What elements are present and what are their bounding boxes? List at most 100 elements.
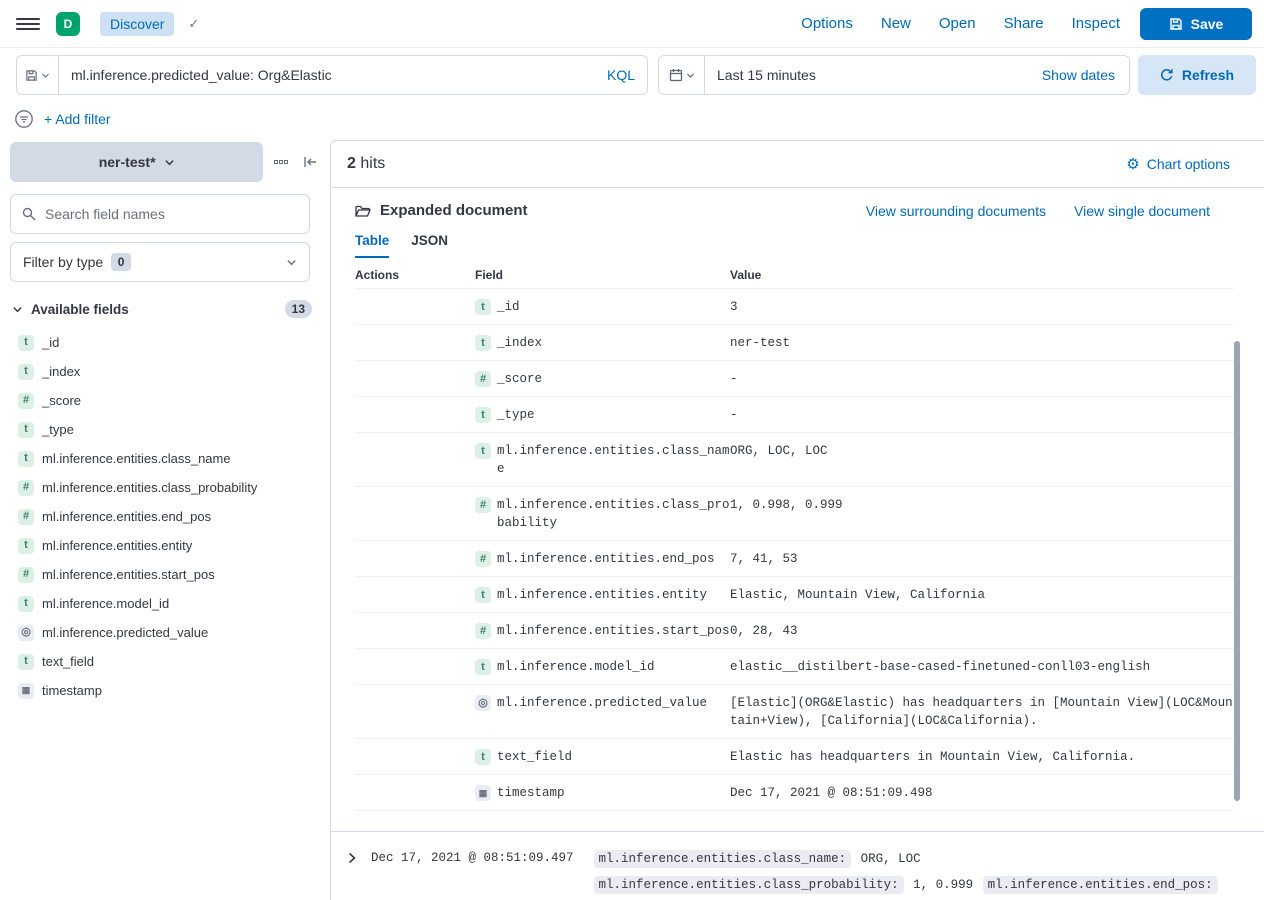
field-value: - bbox=[730, 397, 1234, 432]
folder-open-icon bbox=[355, 204, 371, 218]
row-field: t_type bbox=[475, 397, 730, 432]
boxes-horizontal-icon[interactable] bbox=[269, 150, 292, 174]
row-actions[interactable] bbox=[355, 613, 475, 648]
date-field-icon: ▦ bbox=[475, 785, 491, 801]
doc-table-header: Actions Field Value bbox=[355, 258, 1234, 288]
field-list-item[interactable]: ttext_field bbox=[10, 647, 322, 676]
document-list-row: Dec 17, 2021 @ 08:51:09.497 ml.inference… bbox=[331, 831, 1264, 900]
space-avatar[interactable]: D bbox=[56, 12, 80, 36]
field-name: ml.inference.entities.start_pos bbox=[497, 622, 730, 640]
doc-table-row: tml.inference.model_idelastic__distilber… bbox=[355, 649, 1234, 685]
row-actions[interactable] bbox=[355, 289, 475, 324]
field-search bbox=[10, 194, 322, 234]
index-pattern-selector[interactable]: ner-test* bbox=[10, 142, 263, 182]
save-icon bbox=[1169, 17, 1183, 31]
field-name: ml.inference.entities.entity bbox=[497, 586, 707, 604]
row-actions[interactable] bbox=[355, 325, 475, 360]
field-value: - bbox=[730, 361, 1234, 396]
field-value: 1, 0.998, 0.999 bbox=[730, 487, 1234, 540]
row-field: #ml.inference.entities.class_probability bbox=[475, 487, 730, 540]
field-name: _index bbox=[42, 364, 80, 379]
doc-table-row: #ml.inference.entities.class_probability… bbox=[355, 487, 1234, 541]
field-list-item[interactable]: #ml.inference.entities.start_pos bbox=[10, 560, 322, 589]
check-icon: ✓ bbox=[188, 16, 199, 32]
string-field-icon: t bbox=[475, 587, 491, 603]
gear-icon: ⚙ bbox=[1126, 157, 1139, 172]
chevron-down-icon bbox=[12, 304, 23, 315]
collapse-sidebar-icon[interactable] bbox=[299, 150, 322, 174]
doc-source: ml.inference.entities.class_name: ORG, L… bbox=[592, 846, 1234, 900]
field-name: ml.inference.entities.class_name bbox=[42, 451, 231, 466]
available-fields-toggle[interactable]: Available fields 13 bbox=[10, 300, 322, 318]
field-list-item[interactable]: ◎ml.inference.predicted_value bbox=[10, 618, 322, 647]
field-list-item[interactable]: t _index bbox=[10, 357, 322, 386]
doc-timestamp: Dec 17, 2021 @ 08:51:09.497 bbox=[371, 846, 574, 870]
field-value: ORG, LOC, LOC bbox=[730, 433, 1234, 486]
field-list-item[interactable]: tml.inference.model_id bbox=[10, 589, 322, 618]
tab-table[interactable]: Table bbox=[355, 233, 389, 258]
nav-link-inspect[interactable]: Inspect bbox=[1072, 15, 1120, 32]
nav-link-new[interactable]: New bbox=[881, 15, 911, 32]
doc-table-row: t_type - bbox=[355, 397, 1234, 433]
tab-json[interactable]: JSON bbox=[411, 233, 448, 258]
field-list-item[interactable]: t_id bbox=[10, 328, 322, 357]
refresh-button[interactable]: Refresh bbox=[1138, 55, 1256, 95]
string-field-icon: t bbox=[475, 749, 491, 765]
row-actions[interactable] bbox=[355, 577, 475, 612]
main-panel: 2 hits ⚙ Chart options Expanded document… bbox=[330, 140, 1264, 900]
time-range-label[interactable]: Last 15 minutes bbox=[705, 67, 1042, 83]
row-actions[interactable] bbox=[355, 739, 475, 774]
field-list-item[interactable]: t_type bbox=[10, 415, 322, 444]
row-actions[interactable] bbox=[355, 433, 475, 486]
search-field-names-input[interactable] bbox=[10, 194, 310, 234]
nav-link-options[interactable]: Options bbox=[801, 15, 853, 32]
field-list-item[interactable]: #_score bbox=[10, 386, 322, 415]
row-actions[interactable] bbox=[355, 361, 475, 396]
show-dates-button[interactable]: Show dates bbox=[1042, 67, 1115, 83]
chart-options-button[interactable]: ⚙ Chart options bbox=[1126, 156, 1230, 172]
field-name: ml.inference.entities.class_probability bbox=[497, 496, 730, 532]
view-surrounding-documents-link[interactable]: View surrounding documents bbox=[866, 203, 1046, 219]
field-list-item[interactable]: ▦timestamp bbox=[10, 676, 322, 705]
date-quick-menu-button[interactable] bbox=[659, 56, 705, 94]
field-value: Dec 17, 2021 @ 08:51:09.498 bbox=[730, 775, 1234, 810]
col-value: Value bbox=[730, 268, 1234, 282]
view-single-document-link[interactable]: View single document bbox=[1074, 203, 1210, 219]
doc-table-row: ▦timestampDec 17, 2021 @ 08:51:09.498 bbox=[355, 775, 1234, 811]
row-actions[interactable] bbox=[355, 541, 475, 576]
row-field: t_index bbox=[475, 325, 730, 360]
saved-query-menu-button[interactable] bbox=[17, 56, 59, 94]
field-list-item[interactable]: #ml.inference.entities.end_pos bbox=[10, 502, 322, 531]
row-actions[interactable] bbox=[355, 649, 475, 684]
field-list-item[interactable]: #ml.inference.entities.class_probability bbox=[10, 473, 322, 502]
field-list-item[interactable]: tml.inference.entities.class_name bbox=[10, 444, 322, 473]
doc-table-row: tml.inference.entities.class_nameORG, LO… bbox=[355, 433, 1234, 487]
field-name: _score bbox=[497, 370, 542, 388]
query-bar: ml.inference.predicted_value: Org&Elasti… bbox=[16, 55, 648, 95]
field-value: Elastic, Mountain View, California bbox=[730, 577, 1234, 612]
row-field: tml.inference.entities.class_name bbox=[475, 433, 730, 486]
nav-link-open[interactable]: Open bbox=[939, 15, 976, 32]
string-field-icon: t bbox=[18, 364, 34, 380]
vertical-scrollbar[interactable] bbox=[1234, 341, 1240, 801]
menu-icon[interactable] bbox=[16, 12, 40, 36]
row-actions[interactable] bbox=[355, 685, 475, 738]
row-actions[interactable] bbox=[355, 487, 475, 540]
breadcrumb[interactable]: Discover bbox=[100, 12, 174, 36]
row-actions[interactable] bbox=[355, 397, 475, 432]
row-field: #_score bbox=[475, 361, 730, 396]
query-input[interactable]: ml.inference.predicted_value: Org&Elasti… bbox=[59, 56, 647, 94]
date-field-icon: ▦ bbox=[18, 683, 34, 699]
kql-badge[interactable]: KQL bbox=[607, 67, 635, 83]
field-name: _type bbox=[42, 422, 74, 437]
doc-table-row: #ml.inference.entities.end_pos7, 41, 53 bbox=[355, 541, 1234, 577]
filter-set-icon[interactable] bbox=[14, 109, 34, 129]
nav-link-share[interactable]: Share bbox=[1004, 15, 1044, 32]
add-filter-button[interactable]: + Add filter bbox=[44, 111, 111, 127]
index-pattern-name: ner-test* bbox=[99, 154, 156, 170]
save-button[interactable]: Save bbox=[1140, 8, 1252, 40]
expand-document-icon[interactable] bbox=[343, 846, 361, 870]
field-list-item[interactable]: tml.inference.entities.entity bbox=[10, 531, 322, 560]
row-actions[interactable] bbox=[355, 775, 475, 810]
filter-by-type-dropdown[interactable]: Filter by type 0 bbox=[10, 242, 310, 282]
